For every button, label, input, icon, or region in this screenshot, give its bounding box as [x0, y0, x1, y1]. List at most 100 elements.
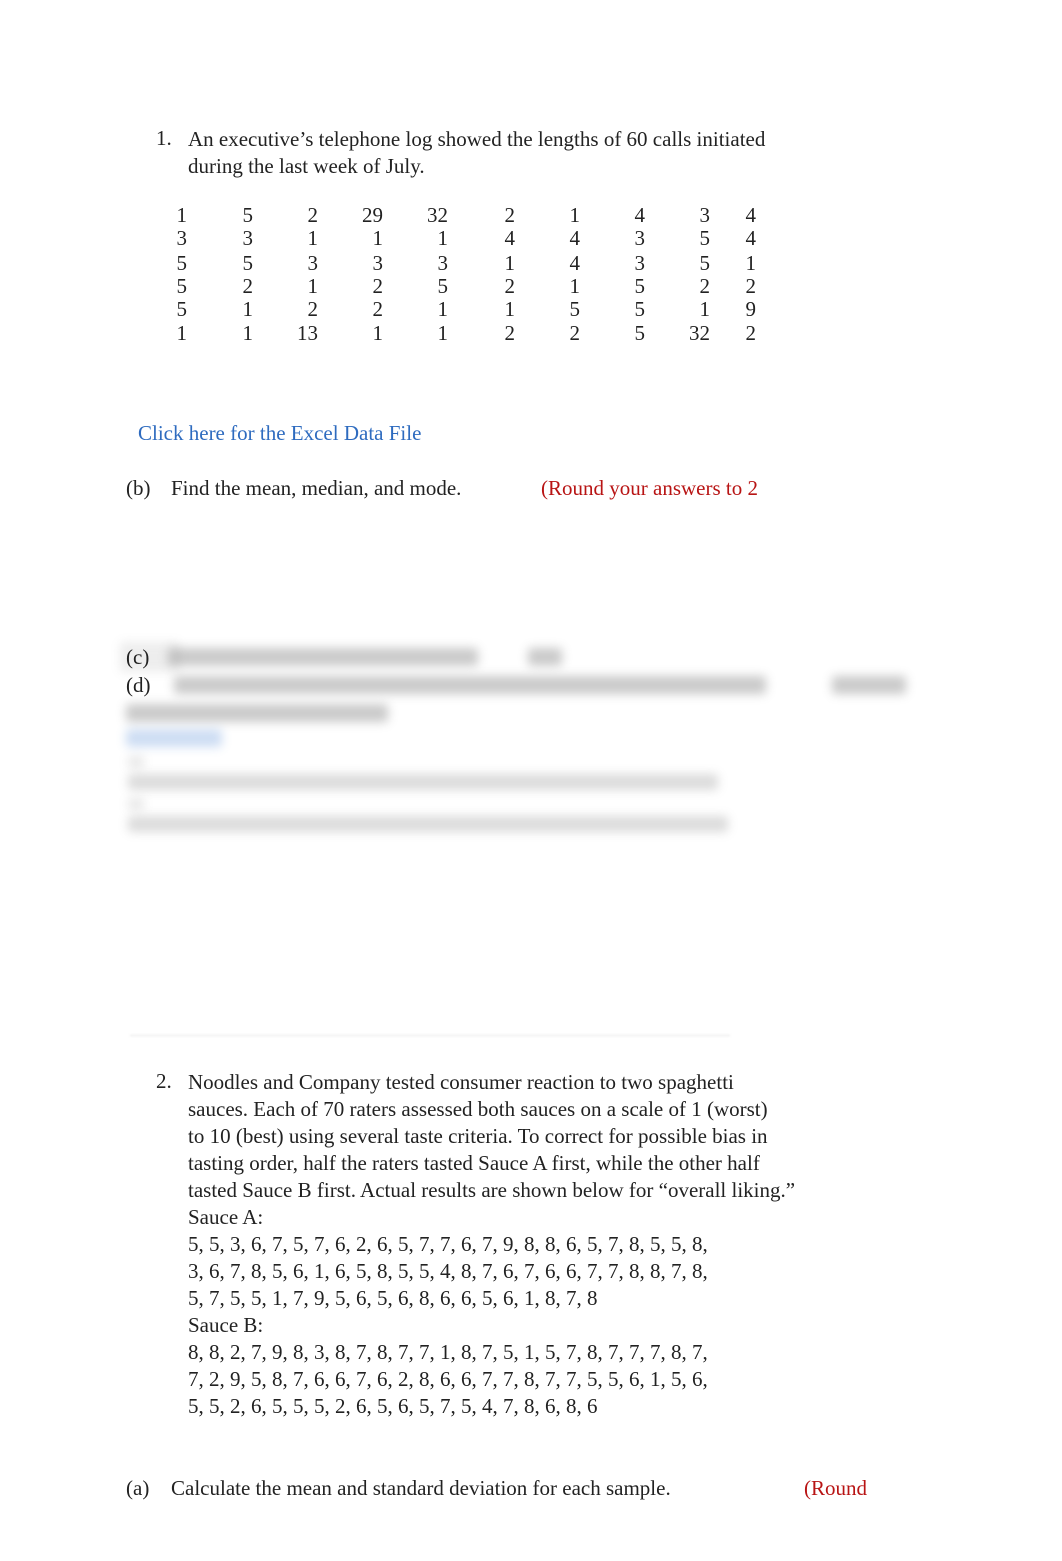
q2-text-line: Noodles and Company tested consumer reac…: [188, 1070, 734, 1094]
table-cell: 1: [242, 297, 254, 321]
table-cell: 2: [569, 321, 581, 345]
q2-text-line: 7, 2, 9, 5, 8, 7, 6, 6, 7, 6, 2, 8, 6, 6…: [188, 1367, 708, 1391]
table-cell: 4: [745, 226, 757, 250]
table-cell: 1: [242, 321, 254, 345]
blurred-answer: [168, 648, 478, 666]
blurred-answer: [126, 704, 388, 722]
table-cell: 2: [242, 274, 254, 298]
table-cell: 2: [504, 274, 516, 298]
table-cell: 4: [569, 251, 581, 275]
table-cell: 4: [634, 203, 646, 227]
table-cell: 5: [699, 226, 711, 250]
table-cell: 29: [362, 203, 383, 227]
table-cell: 4: [745, 203, 757, 227]
table-cell: 2: [699, 274, 711, 298]
table-cell: 1: [569, 203, 581, 227]
q2-text-line: 5, 7, 5, 5, 1, 7, 9, 5, 6, 5, 6, 8, 6, 6…: [188, 1286, 598, 1310]
table-cell: 2: [745, 321, 757, 345]
part-b-round-note: (Round your answers to 2: [541, 476, 758, 500]
part-b-question: Find the mean, median, and mode.: [171, 476, 462, 500]
q2-text-line: tasting order, half the raters tasted Sa…: [188, 1151, 760, 1175]
part-a-label: (a): [126, 1476, 150, 1500]
q1-number: 1.: [156, 126, 172, 150]
part-c-label: (c): [126, 645, 150, 669]
table-cell: 5: [176, 297, 188, 321]
blurred-answer: [528, 648, 562, 666]
part-a-round-note: (Round: [804, 1476, 867, 1500]
table-cell: 2: [504, 321, 516, 345]
table-cell: 1: [176, 321, 188, 345]
table-cell: 1: [307, 274, 319, 298]
table-cell: 1: [504, 251, 516, 275]
table-cell: 1: [437, 321, 449, 345]
blurred-answer: [128, 774, 718, 790]
table-cell: 5: [242, 203, 254, 227]
blurred-answer: [174, 676, 766, 694]
table-cell: 5: [634, 274, 646, 298]
divider: [130, 1035, 730, 1036]
q2-text-line: sauces. Each of 70 raters assessed both …: [188, 1097, 768, 1121]
table-cell: 5: [699, 251, 711, 275]
table-cell: 2: [307, 297, 319, 321]
table-cell: 3: [372, 251, 384, 275]
table-cell: 1: [176, 203, 188, 227]
q1-text-line: during the last week of July.: [188, 153, 425, 178]
table-cell: 3: [437, 251, 449, 275]
excel-data-link[interactable]: Click here for the Excel Data File: [138, 421, 421, 446]
table-cell: 13: [297, 321, 318, 345]
q2-text-line: 5, 5, 2, 6, 5, 5, 5, 2, 6, 5, 6, 5, 7, 5…: [188, 1394, 598, 1418]
q2-number: 2.: [156, 1069, 172, 1093]
table-cell: 3: [242, 226, 254, 250]
blurred-answer: [832, 676, 906, 694]
table-cell: 1: [372, 321, 384, 345]
table-cell: 4: [569, 226, 581, 250]
table-cell: 5: [176, 274, 188, 298]
blurred-link: [126, 729, 222, 747]
table-cell: 2: [372, 297, 384, 321]
table-cell: 5: [634, 297, 646, 321]
table-cell: 3: [634, 251, 646, 275]
table-cell: 3: [176, 226, 188, 250]
table-cell: 5: [176, 251, 188, 275]
table-cell: 2: [745, 274, 757, 298]
q2-text: Noodles and Company tested consumer reac…: [188, 1069, 795, 1420]
table-cell: 3: [699, 203, 711, 227]
q2-text-line: Sauce A:: [188, 1205, 264, 1229]
table-cell: 1: [699, 297, 711, 321]
q2-text-line: Sauce B:: [188, 1313, 264, 1337]
part-a-question: Calculate the mean and standard deviatio…: [171, 1476, 671, 1500]
blurred-answer: [128, 756, 144, 768]
q2-text-line: to 10 (best) using several taste criteri…: [188, 1124, 768, 1148]
q2-text-line: 3, 6, 7, 8, 5, 6, 1, 6, 5, 8, 5, 5, 4, 8…: [188, 1259, 708, 1283]
table-cell: 2: [372, 274, 384, 298]
q2-text-line: 8, 8, 2, 7, 9, 8, 3, 8, 7, 8, 7, 7, 1, 8…: [188, 1340, 708, 1364]
table-cell: 32: [427, 203, 448, 227]
table-cell: 1: [504, 297, 516, 321]
part-d-label: (d): [126, 673, 151, 697]
blurred-answer: [128, 798, 144, 810]
table-cell: 3: [307, 251, 319, 275]
table-cell: 1: [372, 226, 384, 250]
table-cell: 1: [745, 251, 757, 275]
table-cell: 2: [307, 203, 319, 227]
table-cell: 2: [504, 203, 516, 227]
q1-text-line: An executive’s telephone log showed the …: [188, 127, 766, 151]
part-b-label: (b): [126, 476, 151, 500]
q1-text: An executive’s telephone log showed the …: [188, 126, 765, 179]
table-cell: 1: [437, 297, 449, 321]
table-cell: 5: [437, 274, 449, 298]
table-cell: 1: [569, 274, 581, 298]
table-cell: 5: [569, 297, 581, 321]
table-cell: 9: [745, 297, 757, 321]
q2-text-line: 5, 5, 3, 6, 7, 5, 7, 6, 2, 6, 5, 7, 7, 6…: [188, 1232, 708, 1256]
table-cell: 1: [307, 226, 319, 250]
q2-text-line: tasted Sauce B first. Actual results are…: [188, 1178, 796, 1202]
table-cell: 3: [634, 226, 646, 250]
table-cell: 5: [242, 251, 254, 275]
blurred-answer: [128, 816, 728, 832]
table-cell: 1: [437, 226, 449, 250]
table-cell: 4: [504, 226, 516, 250]
document-page: 1. An executive’s telephone log showed t…: [0, 0, 1062, 1561]
table-cell: 5: [634, 321, 646, 345]
table-cell: 32: [689, 321, 710, 345]
